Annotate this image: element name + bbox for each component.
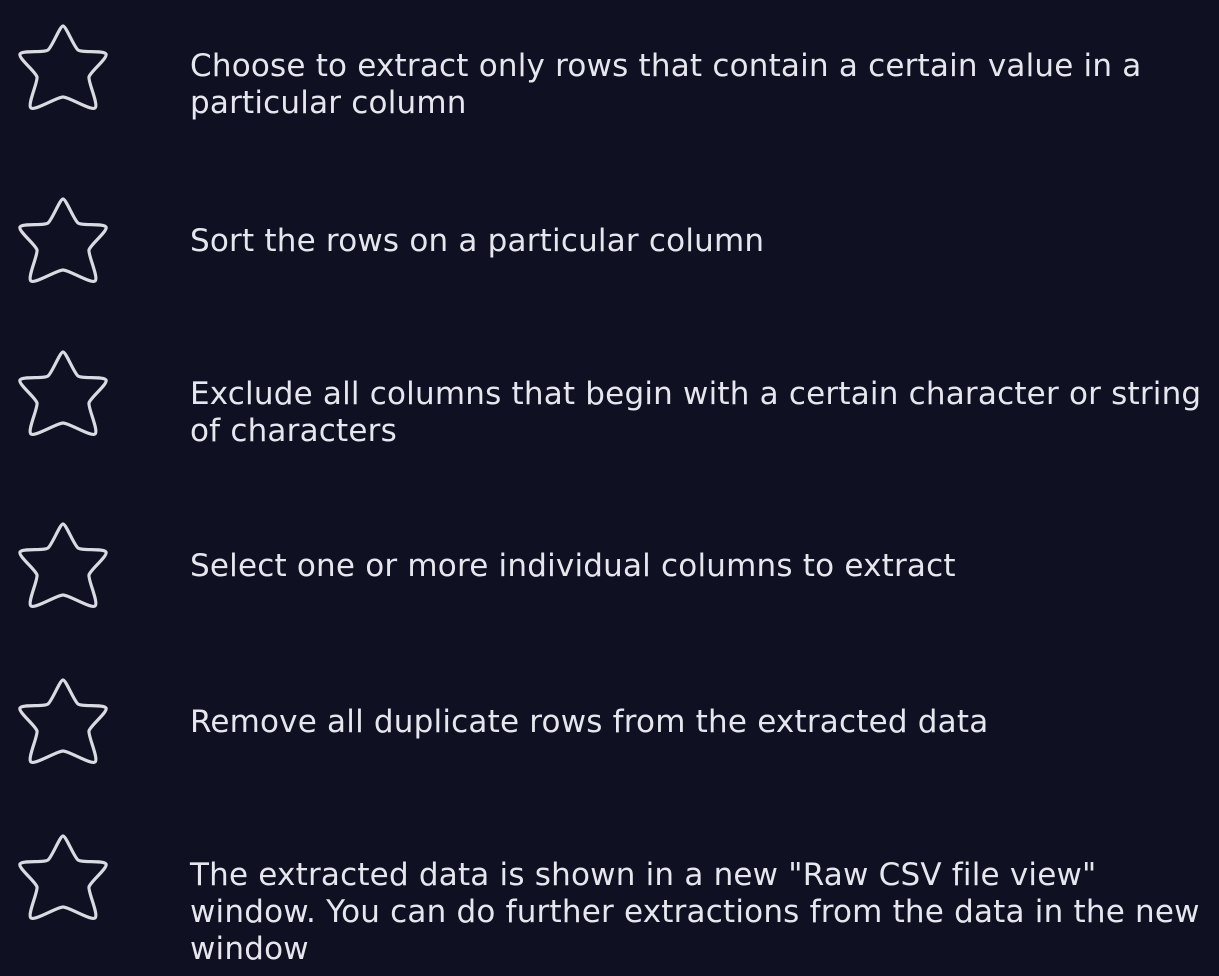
- star-icon: [14, 195, 112, 287]
- feature-text: Sort the rows on a particular column: [190, 223, 765, 259]
- star-icon: [14, 22, 112, 114]
- feature-text: Select one or more individual columns to…: [190, 548, 956, 584]
- feature-text: Exclude all columns that begin with a ce…: [190, 376, 1202, 449]
- star-icon: [14, 676, 112, 768]
- feature-list: Choose to extract only rows that contain…: [0, 0, 1219, 976]
- feature-text: Choose to extract only rows that contain…: [190, 48, 1142, 121]
- star-icon: [14, 348, 112, 440]
- star-icon: [14, 832, 112, 924]
- feature-text: The extracted data is shown in a new "Ra…: [190, 857, 1200, 967]
- feature-text: Remove all duplicate rows from the extra…: [190, 704, 989, 740]
- star-icon: [14, 520, 112, 612]
